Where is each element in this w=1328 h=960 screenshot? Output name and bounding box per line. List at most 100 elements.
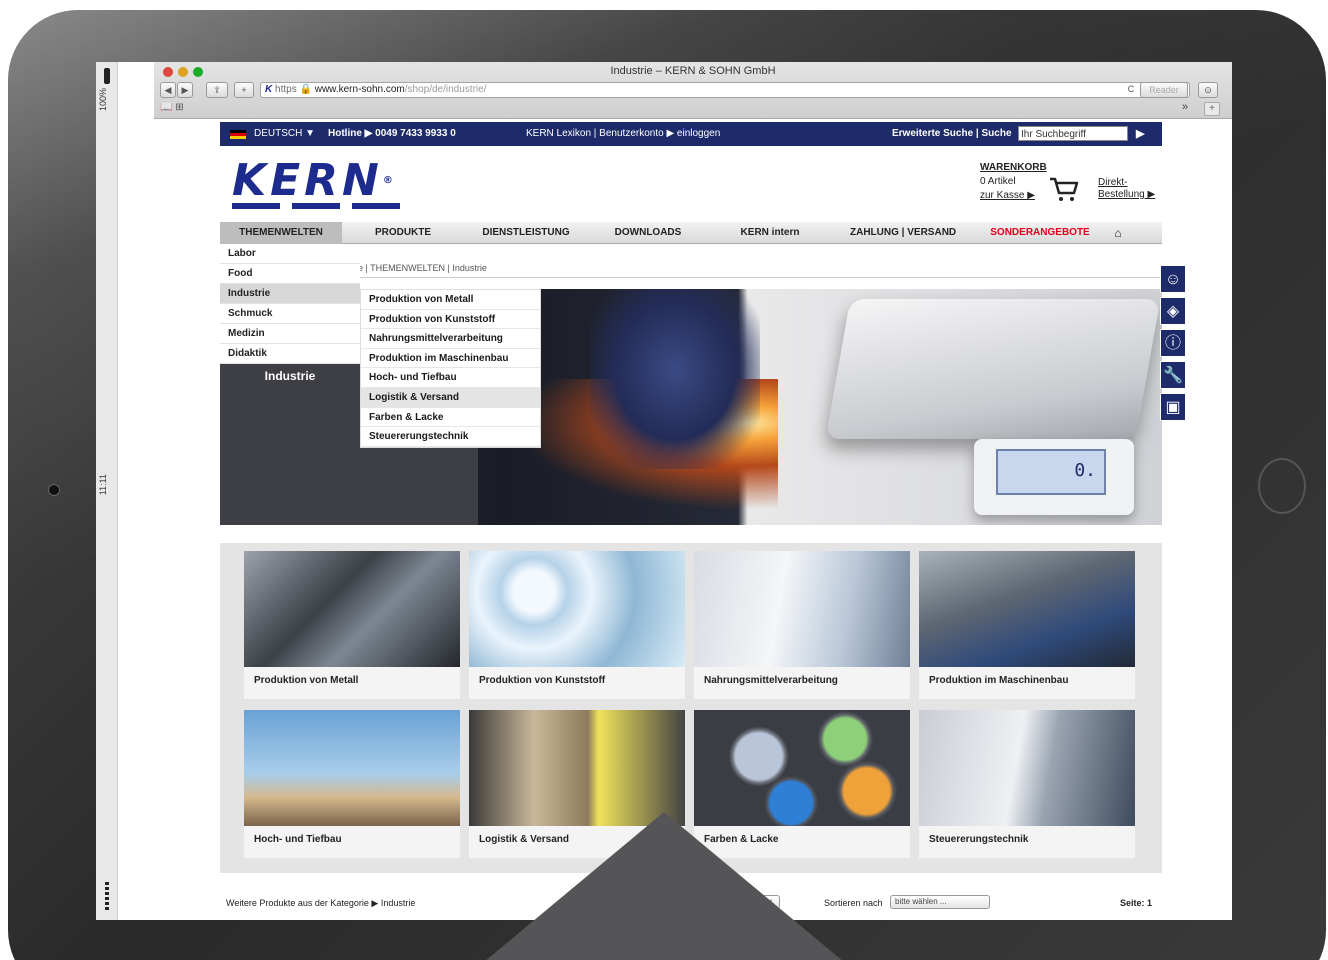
tile-image: [919, 710, 1135, 826]
logo-bar: [232, 203, 280, 209]
submenu2-item[interactable]: Produktion von Metall: [361, 290, 540, 310]
account-links[interactable]: KERN Lexikon | Benutzerkonto ▶ einloggen: [526, 128, 720, 139]
forward-button[interactable]: ▶: [177, 82, 193, 98]
browser-chrome: Industrie – KERN & SOHN GmbH ◀ ▶ ⇪ + K h…: [154, 62, 1232, 119]
url-path: /shop/de/industrie/: [404, 84, 487, 95]
nav-themenwelten[interactable]: THEMENWELTEN: [220, 222, 342, 244]
url-scheme: https: [275, 84, 297, 95]
home-button[interactable]: [1258, 458, 1306, 514]
submenu2-item[interactable]: Nahrungsmittelverarbeitung: [361, 329, 540, 349]
submenu2-item[interactable]: Farben & Lacke: [361, 408, 540, 428]
url-host: www.kern-sohn.com: [314, 84, 405, 95]
home-icon[interactable]: ⌂: [1108, 222, 1128, 244]
submenu-item-labor[interactable]: Labor: [220, 244, 360, 264]
direct-order-link[interactable]: Direkt- Bestellung ▶: [1098, 177, 1155, 201]
main-nav: THEMENWELTEN PRODUKTE DIENSTLEISTUNG DOW…: [220, 222, 1162, 244]
scale-readout: 0.: [996, 449, 1106, 495]
tile-tiefbau[interactable]: Hoch- und Tiefbau: [244, 710, 460, 858]
tile-label: Produktion von Kunststoff: [479, 675, 606, 686]
submenu-item-medizin[interactable]: Medizin: [220, 324, 360, 344]
wrench-icon[interactable]: 🔧: [1160, 361, 1186, 389]
back-button[interactable]: ◀: [160, 82, 176, 98]
logo-bar: [352, 203, 400, 209]
bookmarks-icon[interactable]: 📖 ⊞: [160, 102, 184, 113]
submenu2-item[interactable]: Steuererungstechnik: [361, 427, 540, 447]
tile-kunststoff[interactable]: Produktion von Kunststoff: [469, 551, 685, 699]
submenu-themenwelten: Labor Food Industrie Schmuck Medizin Did…: [220, 244, 360, 364]
tile-image: [244, 551, 460, 667]
window-title: Industrie – KERN & SOHN GmbH: [610, 65, 776, 77]
checkout-link[interactable]: zur Kasse ▶: [980, 189, 1047, 203]
tile-maschinenbau[interactable]: Produktion im Maschinenbau: [919, 551, 1135, 699]
submenu-item-industrie[interactable]: Industrie: [220, 284, 360, 304]
site-favicon: K: [265, 84, 273, 95]
registered-mark: ®: [382, 175, 397, 186]
tile-label: Hoch- und Tiefbau: [254, 834, 342, 845]
search-input[interactable]: Ihr Suchbegriff: [1018, 126, 1128, 141]
tile-metall[interactable]: Produktion von Metall: [244, 551, 460, 699]
status-zoom: 100%: [98, 88, 108, 112]
tile-steuerung[interactable]: Steuererungstechnik: [919, 710, 1135, 858]
page-indicator: Seite: 1: [1120, 898, 1153, 908]
tile-image: [694, 710, 910, 826]
nav-dienstleistung[interactable]: DIENSTLEISTUNG: [482, 222, 570, 244]
battery-icon: [105, 882, 109, 910]
status-time: 11:11: [98, 474, 108, 496]
breadcrumb[interactable]: e | THEMENWELTEN | Industrie: [358, 263, 487, 273]
cart-title[interactable]: WARENKORB: [980, 161, 1047, 175]
submenu2-item[interactable]: Produktion von Kunststoff: [361, 310, 540, 330]
language-selector[interactable]: DEUTSCH ▼: [254, 128, 315, 139]
breadcrumb-divider: [220, 277, 1162, 278]
lock-icon: 🔒: [299, 84, 312, 95]
more-bookmarks-icon[interactable]: »: [1182, 101, 1188, 113]
user-headset-icon[interactable]: ☺: [1160, 265, 1186, 293]
more-products-link[interactable]: Weitere Produkte aus der Kategorie ▶ Ind…: [226, 898, 415, 909]
logo-bar: [292, 203, 340, 209]
add-bookmark-button[interactable]: +: [234, 82, 254, 98]
tile-image: [694, 551, 910, 667]
direct-order-line2: Bestellung ▶: [1098, 189, 1156, 200]
tile-image: [244, 710, 460, 826]
nav-sonderangebote[interactable]: SONDERANGEBOTE: [990, 222, 1090, 244]
hotline: Hotline ▶ 0049 7433 9933 0: [328, 128, 456, 139]
reader-button[interactable]: Reader: [1140, 82, 1188, 98]
downloads-button[interactable]: ⊙: [1198, 82, 1218, 98]
nav-downloads[interactable]: DOWNLOADS: [614, 222, 682, 244]
submenu2-item[interactable]: Hoch- und Tiefbau: [361, 368, 540, 388]
share-button[interactable]: ⇪: [206, 82, 228, 98]
submenu2-item[interactable]: Logistik & Versand: [361, 387, 540, 408]
tile-label: Steuererungstechnik: [929, 834, 1029, 845]
hero-scale-display: 0.: [974, 439, 1134, 515]
tile-label: Produktion im Maschinenbau: [929, 675, 1069, 686]
search-submit-button[interactable]: ▶: [1136, 127, 1144, 140]
book-icon[interactable]: ▣: [1160, 393, 1186, 421]
nav-kern-intern[interactable]: KERN intern: [740, 222, 800, 244]
tile-image: [469, 710, 685, 826]
kern-logo[interactable]: KERN®: [232, 159, 412, 211]
logo-text: KERN: [232, 155, 383, 206]
cloud-icon[interactable]: ◈: [1160, 297, 1186, 325]
status-bar: 100% 11:11: [96, 62, 118, 920]
german-flag-icon: [230, 130, 246, 139]
search-links[interactable]: Erweiterte Suche | Suche: [892, 128, 1012, 139]
submenu-item-didaktik[interactable]: Didaktik: [220, 344, 360, 364]
info-icon[interactable]: ⓘ: [1160, 329, 1186, 357]
submenu-item-schmuck[interactable]: Schmuck: [220, 304, 360, 324]
tile-label: Produktion von Metall: [254, 675, 359, 686]
camera: [48, 484, 60, 496]
nav-produkte[interactable]: PRODUKTE: [370, 222, 436, 244]
submenu-item-food[interactable]: Food: [220, 264, 360, 284]
cart-icon[interactable]: [1048, 175, 1080, 203]
submenu2-item[interactable]: Produktion im Maschinenbau: [361, 349, 540, 369]
tile-label: Nahrungsmittelverarbeitung: [704, 675, 838, 686]
signal-icon: [104, 68, 110, 84]
submenu-industrie: Produktion von Metall Produktion von Kun…: [360, 289, 541, 448]
tile-image: [919, 551, 1135, 667]
sort-select[interactable]: bitte wählen ...: [890, 895, 990, 909]
nav-zahlung-versand[interactable]: ZAHLUNG | VERSAND: [850, 222, 956, 244]
reload-icon[interactable]: C: [1124, 82, 1138, 98]
address-bar[interactable]: K https 🔒 www.kern-sohn.com/shop/de/indu…: [260, 82, 1190, 98]
tile-nahrungsmittel[interactable]: Nahrungsmittelverarbeitung: [694, 551, 910, 699]
new-tab-button[interactable]: +: [1204, 102, 1220, 116]
submenu-active-title: Industrie: [220, 364, 360, 388]
